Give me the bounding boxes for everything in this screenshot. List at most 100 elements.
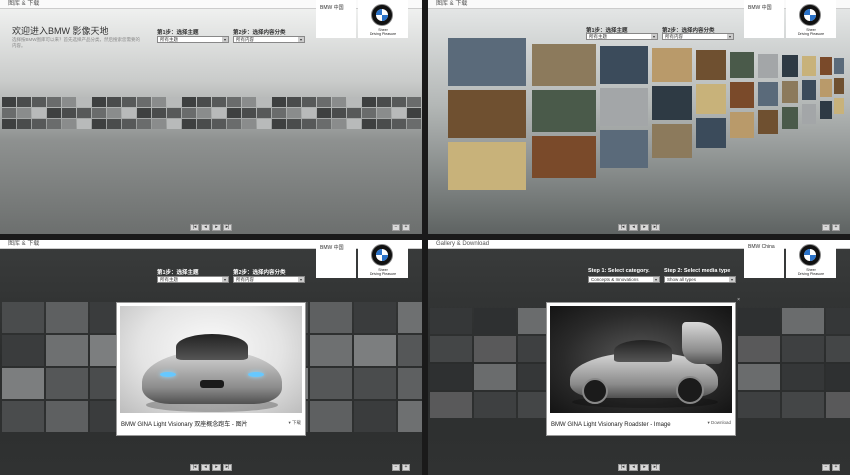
thumbnail[interactable] [257,108,271,118]
thumbnail[interactable] [212,108,226,118]
thumbnail[interactable] [2,335,44,366]
thumbnail[interactable] [474,392,516,418]
thumbnail[interactable] [820,79,832,97]
thumbnail[interactable] [2,97,16,107]
thumbnail[interactable] [167,97,181,107]
thumbnail[interactable] [167,119,181,129]
thumbnail[interactable] [820,57,832,75]
thumbnail[interactable] [212,119,226,129]
thumbnail[interactable] [354,401,396,432]
thumbnail[interactable] [46,401,88,432]
thumbnail[interactable] [227,97,241,107]
download-link[interactable]: ▾ Download [707,420,731,426]
thumbnail[interactable] [802,104,816,124]
media-type-select[interactable]: Show all types ▾ [664,276,736,283]
thumbnail[interactable] [730,112,754,138]
thumbnail[interactable] [182,119,196,129]
thumbnail[interactable] [310,335,352,366]
thumbnail[interactable] [532,44,596,86]
thumbnail[interactable] [242,108,256,118]
thumbnail[interactable] [430,364,472,390]
thumbnail[interactable] [227,108,241,118]
download-link[interactable]: ▾ 下载 [288,420,301,426]
thumbnail[interactable] [107,119,121,129]
first-page-button[interactable]: |◂ [618,224,627,231]
thumbnail[interactable] [758,54,778,78]
thumbnail[interactable] [430,308,472,334]
zoom-in-button[interactable]: + [402,224,410,231]
thumbnail[interactable] [77,108,91,118]
thumbnail[interactable] [782,392,824,418]
thumbnail[interactable] [46,335,88,366]
thumbnail[interactable] [430,336,472,362]
thumbnail[interactable] [347,119,361,129]
thumbnail[interactable] [474,308,516,334]
car-photo[interactable] [120,306,302,413]
thumbnail[interactable] [782,107,798,129]
thumbnail[interactable] [317,108,331,118]
thumbnail[interactable] [92,97,106,107]
thumbnail[interactable] [347,108,361,118]
close-icon[interactable]: × [737,297,740,303]
thumbnail[interactable] [652,124,692,158]
thumbnail[interactable] [122,97,136,107]
thumbnail[interactable] [652,86,692,120]
thumbnail[interactable] [474,336,516,362]
thumbnail[interactable] [826,336,850,362]
thumbnail[interactable] [377,119,391,129]
zoom-out-button[interactable]: − [392,224,400,231]
thumbnail[interactable] [32,97,46,107]
zoom-in-button[interactable]: + [402,464,410,471]
bmw-logo[interactable]: Sheer Driving Pleasure [358,240,408,278]
thumbnail[interactable] [392,119,406,129]
thumbnail[interactable] [362,97,376,107]
thumbnail[interactable] [46,368,88,399]
thumbnail[interactable] [2,119,16,129]
thumbnail[interactable] [600,46,648,84]
thumbnail[interactable] [354,335,396,366]
thumbnail[interactable] [310,368,352,399]
thumbnail[interactable] [182,97,196,107]
thumbnail[interactable] [398,302,422,333]
thumbnail[interactable] [152,97,166,107]
thumbnail[interactable] [730,52,754,78]
thumbnail[interactable] [332,119,346,129]
thumbnail[interactable] [310,302,352,333]
thumbnail[interactable] [152,119,166,129]
thumbnail[interactable] [212,97,226,107]
thumbnail[interactable] [398,401,422,432]
next-page-button[interactable]: ▸ [212,464,221,471]
thumbnail[interactable] [137,119,151,129]
next-page-button[interactable]: ▸ [640,464,649,471]
thumbnail[interactable] [354,368,396,399]
next-page-button[interactable]: ▸ [640,224,649,231]
thumbnail[interactable] [62,108,76,118]
thumbnail[interactable] [272,119,286,129]
thumbnail[interactable] [62,97,76,107]
thumbnail[interactable] [362,119,376,129]
thumbnail[interactable] [2,302,44,333]
country-label[interactable]: BMW China [744,240,784,278]
thumbnail[interactable] [782,81,798,103]
thumbnail[interactable] [758,110,778,134]
thumbnail[interactable] [448,90,526,138]
thumbnail[interactable] [197,108,211,118]
media-type-select[interactable]: 所有内容 ▾ [233,36,305,43]
media-type-select[interactable]: 所有内容 ▾ [233,276,305,283]
thumbnail[interactable] [398,368,422,399]
thumbnail[interactable] [738,364,780,390]
thumbnail[interactable] [448,38,526,86]
thumbnail[interactable] [47,108,61,118]
bmw-logo[interactable]: Sheer Driving Pleasure [786,240,836,278]
thumbnail[interactable] [47,119,61,129]
thumbnail[interactable] [802,56,816,76]
zoom-out-button[interactable]: − [822,224,830,231]
category-select[interactable]: Concepts & Innovations ▾ [588,276,660,283]
zoom-out-button[interactable]: − [392,464,400,471]
thumbnail[interactable] [122,108,136,118]
thumbnail[interactable] [77,119,91,129]
country-label[interactable]: BMW 中国 [316,0,356,38]
first-page-button[interactable]: |◂ [618,464,627,471]
first-page-button[interactable]: |◂ [190,224,199,231]
thumbnail[interactable] [782,336,824,362]
